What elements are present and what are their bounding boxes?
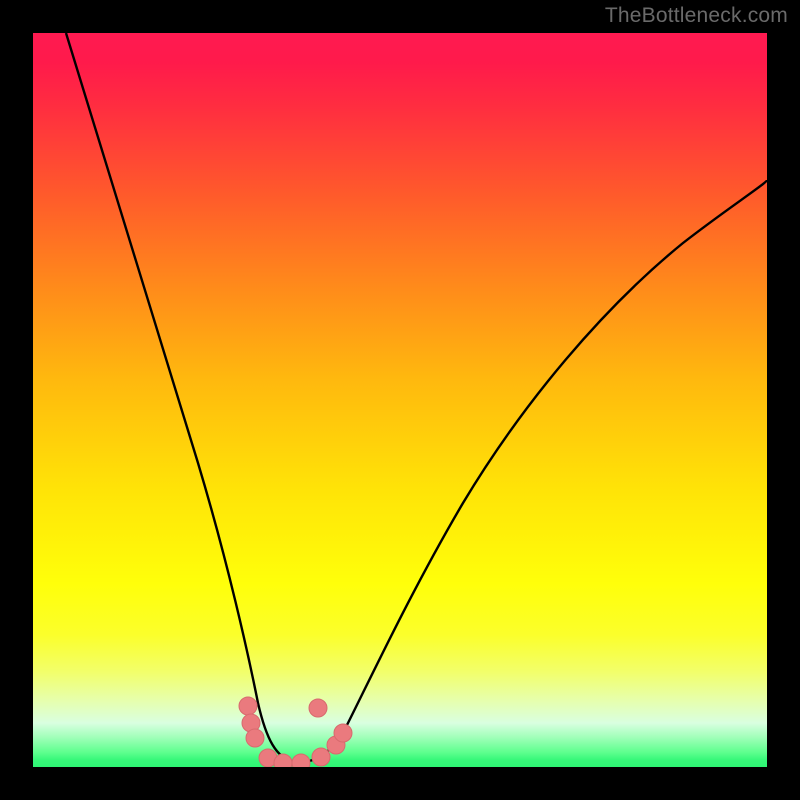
data-marker [312, 748, 330, 766]
curve-path [66, 33, 767, 762]
data-marker [309, 699, 327, 717]
bottleneck-curve [33, 33, 767, 767]
data-marker [334, 724, 352, 742]
marker-group [239, 697, 352, 767]
plot-area [33, 33, 767, 767]
data-marker [274, 754, 292, 767]
outer-frame: TheBottleneck.com [0, 0, 800, 800]
data-marker [292, 754, 310, 767]
data-marker [239, 697, 257, 715]
watermark-text: TheBottleneck.com [605, 4, 788, 28]
data-marker [246, 729, 264, 747]
